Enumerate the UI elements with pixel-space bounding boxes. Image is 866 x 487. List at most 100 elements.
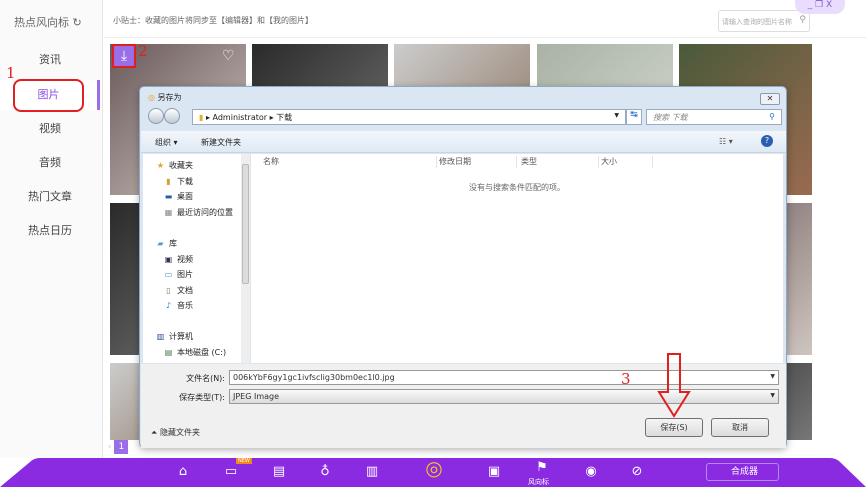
chevron-down-icon[interactable]: ▼	[770, 373, 775, 380]
new-folder-button[interactable]: 新建文件夹	[201, 137, 241, 148]
back-icon[interactable]	[148, 108, 164, 124]
file-list: 名称 修改日期 类型 大小 没有与搜索条件匹配的项。	[251, 154, 783, 363]
film-icon[interactable]: ▣	[485, 464, 503, 479]
back-forward-buttons[interactable]	[148, 108, 184, 125]
page-current[interactable]: 1	[114, 440, 129, 454]
nav-documents[interactable]: ▯ 文档	[163, 285, 193, 296]
bottom-icons: ⌂ ▭ NEW ▤ ♁ ▥ ◎ ▣ ⚑ 风向标 ◉ ⊘ 合成器	[0, 456, 866, 487]
wind-vane-label: 风向标	[528, 478, 549, 486]
search-placeholder: 搜索 下载	[653, 113, 688, 122]
recent-icon: ▦	[164, 208, 173, 217]
new-badge: NEW	[236, 458, 252, 464]
nav-pictures[interactable]: ▭ 图片	[163, 269, 193, 280]
link-icon[interactable]: ⊘	[628, 464, 646, 479]
forward-icon[interactable]	[164, 108, 180, 124]
picture-icon: ▭	[164, 270, 173, 279]
brand-text: 热点风向标	[14, 16, 69, 29]
help-icon[interactable]: ?	[761, 135, 773, 147]
library-icon: ▰	[157, 239, 164, 248]
weibo-icon[interactable]: ◉	[582, 464, 600, 479]
filetype-label: 保存类型(T):	[179, 393, 225, 402]
nav-local-disk[interactable]: ▤ 本地磁盘 (C:)	[163, 347, 226, 358]
annotation-arrow	[657, 353, 691, 418]
breadcrumb-downloads[interactable]: 下载	[276, 113, 292, 122]
nav-scrollbar-thumb[interactable]	[242, 164, 249, 284]
computer-icon: ▥	[156, 332, 165, 341]
annotation-step3: 3	[621, 370, 631, 388]
video-icon: ▣	[164, 255, 173, 264]
window-controls[interactable]: _ ❐ X	[795, 0, 845, 14]
dialog-title-text: 另存为	[157, 93, 182, 102]
empty-message: 没有与搜索条件匹配的项。	[469, 183, 565, 192]
sidebar-item-audio[interactable]: 音频	[0, 154, 100, 170]
nav-videos[interactable]: ▣ 视频	[163, 254, 193, 265]
top-bar: 小贴士：收藏的图片将同步至【编辑器】和【我的图片】 请输入查询的图片名称 ⚲ _ …	[103, 0, 866, 38]
pagination: ‹ 1	[108, 440, 129, 454]
close-button[interactable]: ✕	[760, 93, 780, 105]
column-size[interactable]: 大小	[601, 156, 653, 168]
chevron-down-icon[interactable]: ▼	[614, 112, 619, 119]
filetype-value: JPEG Image	[233, 392, 280, 401]
nav-downloads[interactable]: ▮ 下载	[163, 176, 193, 187]
chevron-down-icon[interactable]: ▼	[770, 392, 775, 399]
logo-icon[interactable]: ◎	[422, 456, 446, 480]
save-button[interactable]: 保存(S)	[645, 418, 703, 437]
chevron-up-icon: ⏶	[151, 428, 158, 437]
address-bar[interactable]: ▮ ▸ Administrator ▸ 下载 ▼	[192, 109, 626, 125]
wind-vane-icon[interactable]: ⚑	[533, 460, 551, 475]
navigation-pane: ★ 收藏夹 ▮ 下载 ▬ 桌面 ▦ 最近访问的位置 ▰ 库 ▣ 视频 ▭ 图片 ▯ 文档 ♪ 音乐…	[143, 154, 250, 363]
sidebar-item-video[interactable]: 视频	[0, 120, 100, 136]
dialog-title: ◎ 另存为	[148, 92, 182, 103]
clipboard-icon[interactable]: ▥	[363, 464, 381, 479]
filetype-select[interactable]: JPEG Image ▼	[229, 389, 779, 404]
cancel-button[interactable]: 取消	[711, 418, 769, 437]
home-icon[interactable]: ⌂	[174, 464, 192, 479]
nav-favorites[interactable]: ★ 收藏夹	[155, 160, 193, 171]
filename-label: 文件名(N):	[186, 374, 225, 383]
annotation-box	[13, 79, 84, 112]
column-modified[interactable]: 修改日期	[439, 156, 517, 168]
desktop-icon: ▬	[164, 192, 173, 201]
breadcrumb-administrator[interactable]: Administrator	[213, 113, 268, 122]
view-options-icon[interactable]: ☷ ▾	[719, 137, 733, 146]
money-bag-icon[interactable]: ♁	[316, 464, 334, 479]
drive-icon: ▤	[164, 348, 173, 357]
brand-title: 热点风向标 ↻	[14, 14, 82, 30]
tip-text: 小贴士：收藏的图片将同步至【编辑器】和【我的图片】	[113, 16, 313, 25]
filename-value: 006kYbF6gy1gc1ivfsclig30bm0ec1l0.jpg	[233, 373, 395, 382]
star-icon: ★	[156, 161, 165, 170]
music-icon: ♪	[165, 301, 172, 310]
folder-icon: ▮	[199, 113, 204, 122]
organize-button[interactable]: 组织 ▾	[155, 137, 178, 148]
nav-desktop[interactable]: ▬ 桌面	[163, 191, 193, 202]
search-placeholder: 请输入查询的图片名称	[722, 18, 792, 26]
nav-library[interactable]: ▰ 库	[155, 238, 177, 249]
hide-folders-toggle[interactable]: ⏶ 隐藏文件夹	[151, 427, 200, 438]
search-icon[interactable]: ⚲	[799, 15, 806, 25]
monitor-icon[interactable]: ▭	[222, 464, 240, 479]
dialog-toolbar: 组织 ▾ 新建文件夹 ☷ ▾ ?	[141, 131, 786, 153]
prev-page-icon[interactable]: ‹	[108, 442, 112, 452]
composer-button[interactable]: 合成器	[706, 463, 779, 481]
download-icon[interactable]: ⤓	[112, 44, 136, 68]
annotation-step2: 2	[138, 42, 148, 60]
folder-search-input[interactable]: 搜索 下载 ⚲	[646, 109, 782, 125]
document-icon: ▯	[166, 286, 171, 295]
nav-music[interactable]: ♪ 音乐	[163, 300, 193, 311]
search-icon[interactable]: ⚲	[769, 112, 775, 121]
image-search-input[interactable]: 请输入查询的图片名称 ⚲	[718, 10, 810, 32]
nav-recent[interactable]: ▦ 最近访问的位置	[163, 207, 233, 218]
download-folder-icon: ▮	[166, 177, 171, 186]
sidebar-item-hot-articles[interactable]: 热门文章	[0, 188, 100, 204]
document-icon[interactable]: ▤	[270, 464, 288, 479]
refresh-icon[interactable]: ↹	[626, 109, 642, 125]
filename-input[interactable]: 006kYbF6gy1gc1ivfsclig30bm0ec1l0.jpg ▼	[229, 370, 779, 385]
app-icon: ◎	[148, 93, 155, 102]
sidebar: 热点风向标 ↻ 资讯 图片 视频 音频 热门文章 热点日历 1	[0, 0, 103, 458]
sidebar-item-calendar[interactable]: 热点日历	[0, 222, 100, 238]
column-name[interactable]: 名称	[263, 156, 437, 168]
nav-computer[interactable]: ▥ 计算机	[155, 331, 193, 342]
column-type[interactable]: 类型	[521, 156, 599, 168]
refresh-icon[interactable]: ↻	[73, 16, 82, 29]
heart-icon[interactable]: ♡	[222, 48, 235, 64]
